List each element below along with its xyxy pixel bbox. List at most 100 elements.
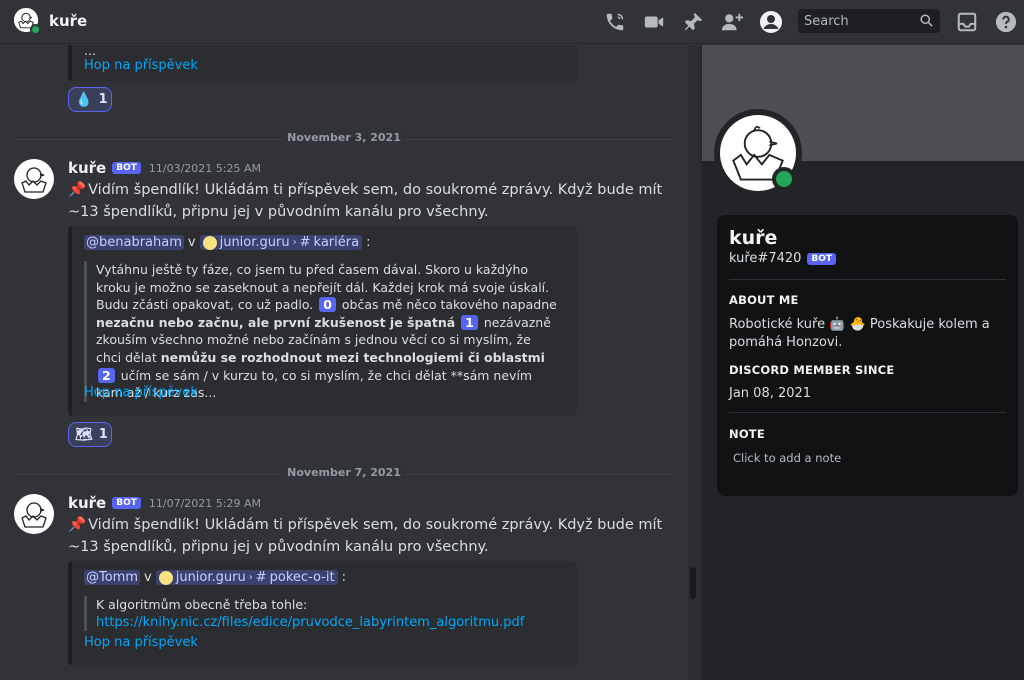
- note-title: NOTE: [729, 427, 765, 441]
- video-call-icon[interactable]: [642, 10, 666, 34]
- bot-tag: BOT: [807, 252, 837, 265]
- step-number-badge: 0: [319, 297, 336, 313]
- server-name: junior.guru: [175, 570, 246, 585]
- chevron-right-icon: ›: [248, 572, 253, 583]
- quote-bold-text: nezačnu nebo začnu, ale první zkušenost …: [96, 314, 456, 330]
- channel-name: kariéra: [313, 235, 360, 250]
- hatching-chick-icon: 🐣: [849, 317, 866, 332]
- message-timestamp: 11/03/2021 5:25 AM: [148, 161, 262, 175]
- online-status-icon: [30, 24, 41, 35]
- search-box[interactable]: [798, 9, 940, 33]
- embed-header: @benabraham v junior.guru › # kariéra :: [84, 235, 370, 250]
- server-icon: [158, 570, 173, 585]
- message-content: 📌 Vidím špendlík! Ukládám ti příspěvek se…: [68, 514, 668, 558]
- online-status-icon: [772, 167, 796, 191]
- embed-quote-fragment: ...: [84, 45, 96, 58]
- dm-avatar[interactable]: [14, 8, 41, 35]
- embed-in-word: v: [187, 235, 196, 250]
- chevron-right-icon: ›: [292, 237, 297, 248]
- author-name[interactable]: kuře: [68, 494, 106, 512]
- search-input[interactable]: [804, 13, 914, 29]
- message-header: kuře BOT 11/03/2021 5:25 AM: [68, 159, 261, 177]
- message-embed: @benabraham v junior.guru › # kariéra : …: [68, 226, 577, 416]
- about-me-text: Robotické kuře 🤖 🐣 Poskakuje kolem a pom…: [729, 316, 999, 352]
- hashtag-icon: #: [299, 235, 311, 250]
- member-since-date: Jan 08, 2021: [729, 386, 812, 401]
- robot-icon: 🤖: [829, 317, 846, 332]
- pushpin-icon: 📌: [68, 182, 87, 198]
- hashtag-icon: #: [255, 570, 267, 585]
- reaction-count: 1: [98, 427, 108, 442]
- about-me-title: ABOUT ME: [729, 293, 799, 307]
- step-number-badge: 2: [98, 367, 115, 383]
- pushpin-icon: 📌: [68, 517, 87, 533]
- embed-in-word: v: [144, 570, 152, 585]
- profile-tag-line: kuře#7420 BOT: [729, 251, 837, 266]
- server-icon: [202, 235, 217, 250]
- note-input[interactable]: Click to add a note: [733, 451, 841, 465]
- message-timestamp: 11/07/2021 5:29 AM: [148, 496, 262, 510]
- message-content: 📌 Vidím špendlík! Ukládám ti příspěvek se…: [68, 179, 668, 223]
- jump-to-message-link[interactable]: Hop na příspěvek: [84, 58, 198, 73]
- author-avatar[interactable]: [14, 159, 54, 199]
- step-number-badge: 1: [461, 314, 478, 330]
- divider: [729, 279, 1006, 280]
- inbox-icon[interactable]: [955, 10, 979, 34]
- channel-mention[interactable]: junior.guru › # pokec-o-it: [155, 570, 338, 585]
- embed-header: @Tomm v junior.guru › # pokec-o-it :: [84, 570, 346, 585]
- date-divider-label: November 3, 2021: [283, 131, 405, 144]
- reaction-button[interactable]: 💧 1: [68, 87, 112, 112]
- jump-to-message-link[interactable]: Hop na příspěvek: [84, 385, 198, 400]
- add-friends-icon[interactable]: [720, 10, 744, 34]
- message-header: kuře BOT 11/07/2021 5:29 AM: [68, 494, 261, 512]
- user-profile-panel: kuře kuře#7420 BOT ABOUT ME Robotické ku…: [702, 45, 1024, 680]
- message-text: Vidím špendlík! Ukládám ti příspěvek sem…: [68, 517, 663, 555]
- message-text: Vidím špendlík! Ukládám ti příspěvek sem…: [68, 182, 663, 220]
- pdf-link[interactable]: https://knihy.nic.cz/files/edice/pruvodc…: [96, 614, 559, 632]
- search-icon: [919, 13, 934, 32]
- jump-to-message-link[interactable]: Hop na příspěvek: [84, 635, 198, 650]
- voice-call-icon[interactable]: [603, 10, 627, 34]
- server-name: junior.guru: [219, 235, 290, 250]
- reaction-button[interactable]: 🗺 1: [68, 422, 112, 447]
- pinned-messages-icon[interactable]: [681, 10, 705, 34]
- help-icon[interactable]: [994, 10, 1018, 34]
- embed-colon: :: [366, 235, 371, 250]
- chat-messages: ... Hop na příspěvek 💧 1 November 3, 202…: [0, 45, 688, 680]
- quote-text: občas mě něco takového napadne: [341, 297, 557, 313]
- quote-bold-text: nemůžu se rozhodnout mezi technologiemi …: [160, 349, 545, 365]
- profile-name: kuře: [729, 227, 778, 249]
- bot-tag: BOT: [112, 497, 141, 509]
- embed-quote: Vytáhnu ještě ty fáze, co jsem tu před č…: [84, 261, 559, 402]
- message-embed: ... Hop na příspěvek: [68, 45, 577, 81]
- date-divider: November 3, 2021: [16, 131, 672, 144]
- embed-colon: :: [341, 570, 346, 585]
- user-mention[interactable]: @benabraham: [84, 235, 184, 250]
- date-divider: November 7, 2021: [16, 466, 672, 479]
- message-embed: @Tomm v junior.guru › # pokec-o-it : K a…: [68, 561, 577, 665]
- bot-tag: BOT: [112, 162, 141, 174]
- embed-quote: K algoritmům obecně třeba tohle: https:/…: [84, 596, 559, 632]
- date-divider-label: November 7, 2021: [283, 466, 405, 479]
- top-bar: kuře: [0, 0, 1024, 44]
- author-name[interactable]: kuře: [68, 159, 106, 177]
- channel-mention[interactable]: junior.guru › # kariéra: [199, 235, 363, 250]
- about-me-line: Robotické kuře: [729, 317, 826, 332]
- profile-username: kuře#7420: [729, 251, 802, 266]
- pin-drop-icon: 💧: [75, 91, 93, 108]
- user-profile-toggle-icon[interactable]: [759, 10, 783, 34]
- member-since-title: DISCORD MEMBER SINCE: [729, 363, 895, 377]
- chick-icon: [21, 502, 47, 528]
- chat-scrollbar-thumb[interactable]: [690, 567, 696, 599]
- divider: [729, 412, 1006, 413]
- chick-icon: [21, 167, 47, 193]
- quote-text: K algoritmům obecně třeba tohle:: [96, 597, 308, 612]
- channel-name: pokec-o-it: [269, 570, 335, 585]
- author-avatar[interactable]: [14, 494, 54, 534]
- profile-card: kuře kuře#7420 BOT ABOUT ME Robotické ku…: [717, 215, 1018, 496]
- reaction-count: 1: [98, 92, 108, 107]
- user-mention[interactable]: @Tomm: [84, 570, 141, 585]
- profile-avatar[interactable]: [714, 109, 802, 197]
- dm-title: kuře: [49, 12, 88, 30]
- map-icon: 🗺: [75, 426, 93, 443]
